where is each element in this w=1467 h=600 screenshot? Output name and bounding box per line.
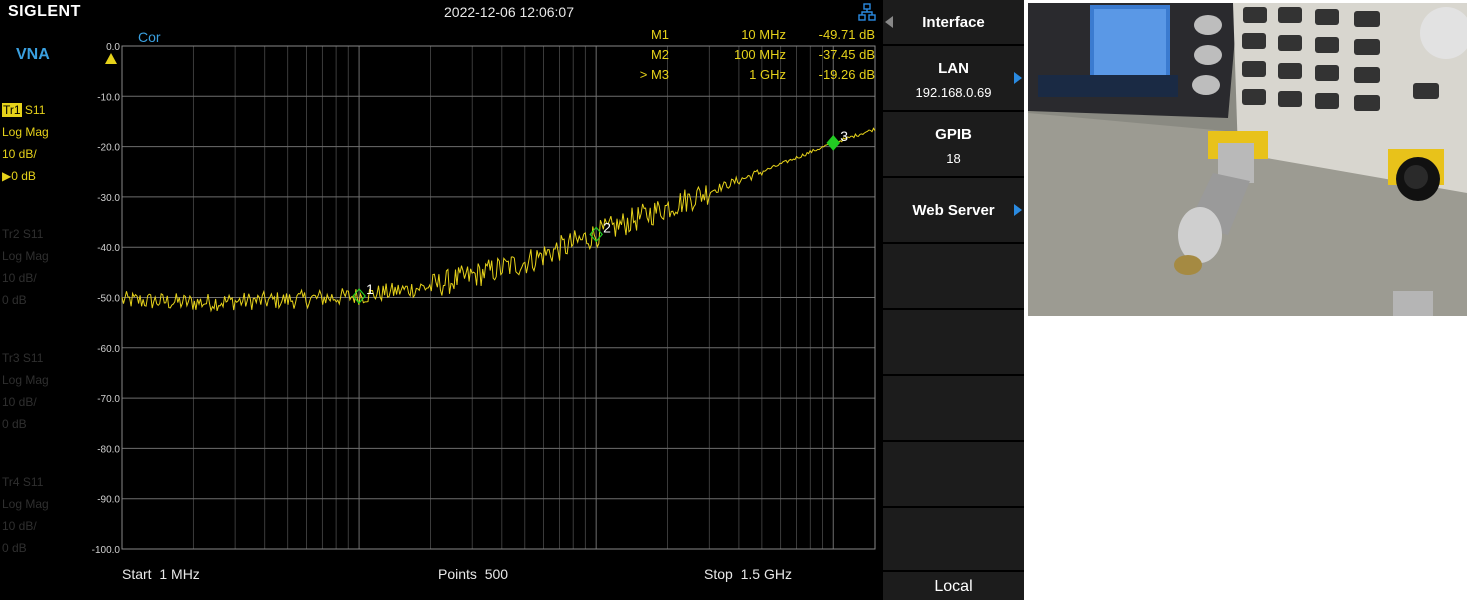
sweep-points[interactable]: Points 500 [438, 566, 508, 582]
vna-screen: SIGLENT 2022-12-06 12:06:07 VNA Tr1 S11 … [0, 0, 1024, 600]
marker-table-name: > M3 [640, 67, 669, 82]
empty-softkey-5[interactable] [883, 244, 1024, 310]
correction-indicator: Cor [138, 29, 161, 45]
gpib-label: GPIB [935, 126, 972, 143]
lan-ip-value: 192.168.0.69 [915, 85, 992, 100]
y-tick-label: -50.0 [97, 294, 120, 305]
stop-value: 1.5 GHz [740, 566, 792, 582]
y-tick-label: -60.0 [97, 344, 120, 355]
lan-label: LAN [938, 60, 969, 77]
gpib-softkey[interactable]: GPIB 18 [883, 112, 1024, 178]
start-value: 1 MHz [159, 566, 200, 582]
softkey-panel: Interface LAN 192.168.0.69 GPIB 18 Web S… [883, 0, 1024, 600]
submenu-arrow-icon [1014, 204, 1022, 216]
stop-frequency[interactable]: Stop 1.5 GHz [704, 566, 792, 582]
y-tick-label: -40.0 [97, 243, 120, 254]
start-frequency[interactable]: Start 1 MHz [122, 566, 200, 582]
y-tick-label: 0.0 [106, 42, 120, 53]
instrument-port-photo [1028, 3, 1467, 316]
marker-table-name: M1 [651, 27, 669, 42]
start-label: Start [122, 566, 152, 582]
empty-softkey-6[interactable] [883, 310, 1024, 376]
sweep-plot[interactable]: 0.0 -10.0 -20.0 -30.0 -40.0 -50.0 -60.0 -70.0 -8… [0, 0, 883, 600]
reference-level-icon [105, 53, 117, 64]
marker-table-frequency: 10 MHz [741, 27, 786, 42]
points-value: 500 [484, 566, 509, 582]
interface-menu-title[interactable]: Interface [883, 0, 1024, 46]
marker-table-name: M2 [651, 47, 669, 62]
y-tick-label: -100.0 [92, 545, 121, 556]
marker-2-label: 2 [603, 219, 611, 235]
marker-table-value: -19.26 dB [819, 67, 875, 82]
y-tick-label: -80.0 [97, 444, 120, 455]
interface-label: Interface [922, 14, 985, 31]
web-server-label: Web Server [912, 202, 995, 219]
submenu-arrow-icon [1014, 72, 1022, 84]
y-tick-label: -10.0 [97, 92, 120, 103]
y-tick-label: -90.0 [97, 495, 120, 506]
marker-3-icon [826, 134, 841, 151]
empty-softkey-7[interactable] [883, 376, 1024, 442]
stop-label: Stop [704, 566, 733, 582]
back-arrow-icon [885, 16, 893, 28]
marker-table-value: -37.45 dB [819, 47, 875, 62]
marker-3-label: 3 [840, 128, 848, 144]
empty-softkey-8[interactable] [883, 442, 1024, 508]
gpib-address-value: 18 [946, 151, 961, 166]
lan-softkey[interactable]: LAN 192.168.0.69 [883, 46, 1024, 112]
marker-table-frequency: 1 GHz [749, 67, 786, 82]
web-server-softkey[interactable]: Web Server [883, 178, 1024, 244]
y-tick-label: -70.0 [97, 394, 120, 405]
marker-1-label: 1 [366, 281, 374, 297]
empty-softkey-9[interactable] [883, 508, 1024, 572]
points-label: Points [438, 566, 477, 582]
y-tick-label: -30.0 [97, 193, 120, 204]
marker-table-frequency: 100 MHz [734, 47, 786, 62]
y-tick-label: -20.0 [97, 143, 120, 154]
local-button[interactable]: Local [883, 572, 1024, 600]
marker-table-value: -49.71 dB [819, 27, 875, 42]
